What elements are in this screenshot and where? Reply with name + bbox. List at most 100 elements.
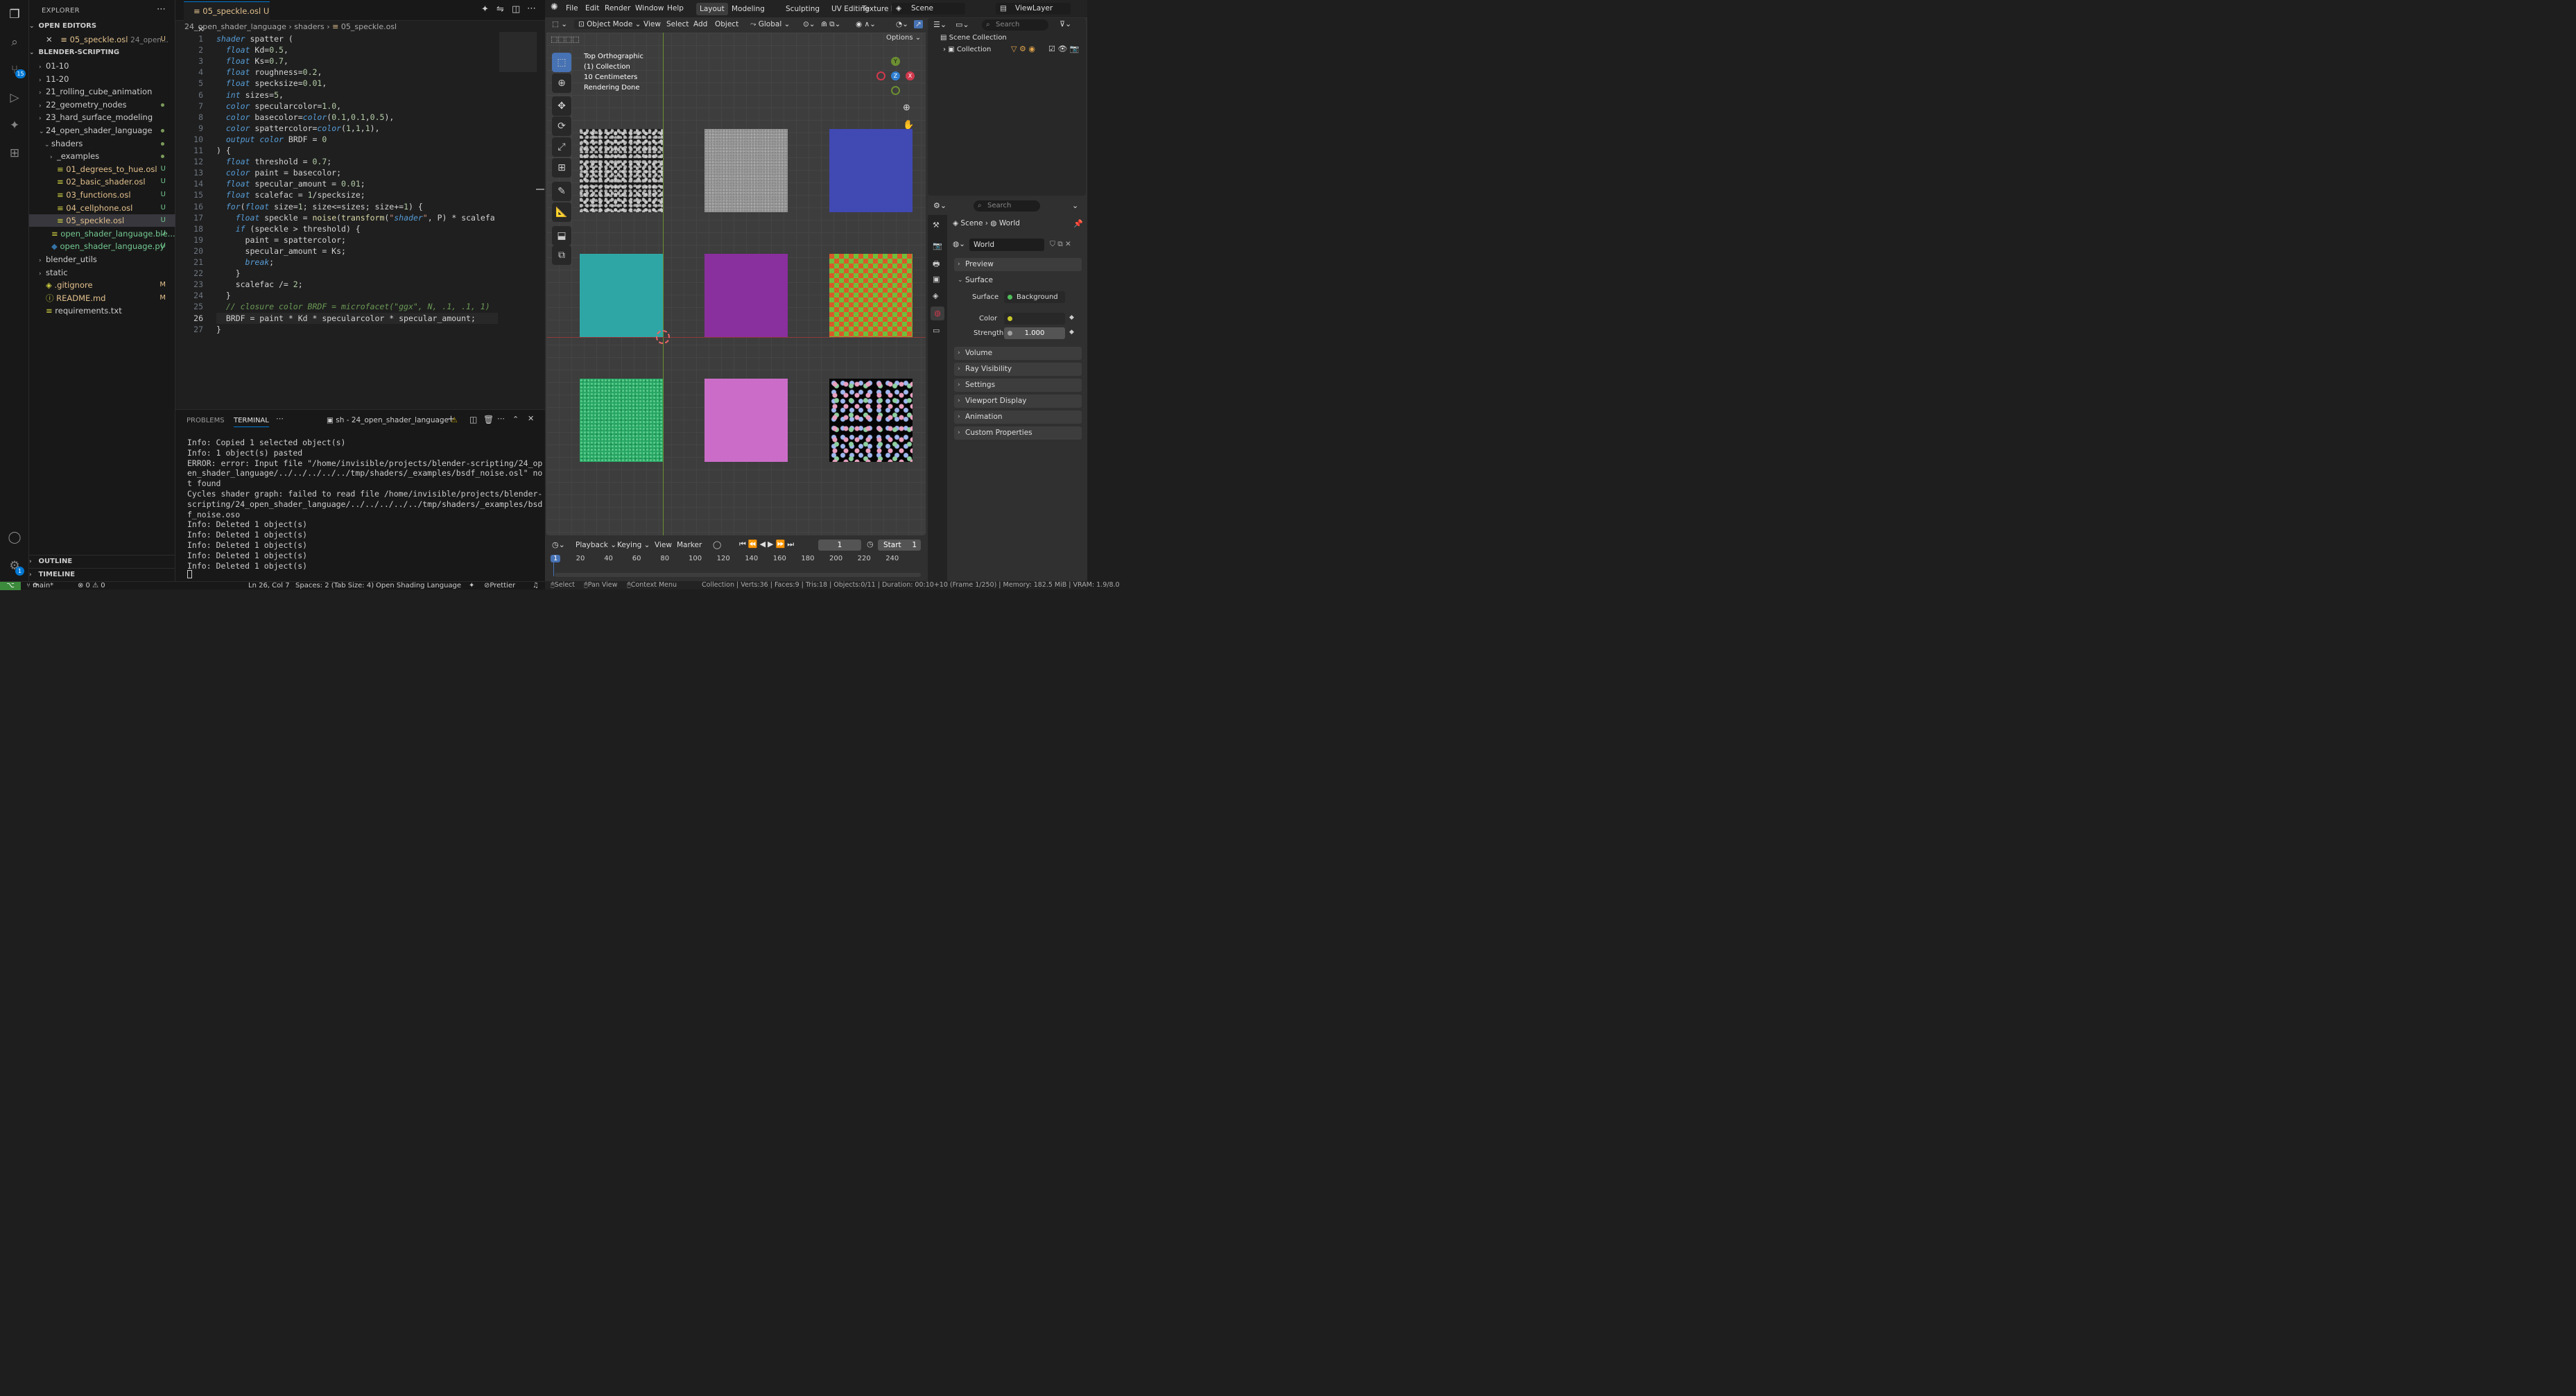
world-tab-icon[interactable]: ◍ bbox=[931, 307, 944, 320]
code-line[interactable]: float specular_amount = 0.01; bbox=[216, 178, 498, 189]
tree-item[interactable]: ≡ 01_degrees_to_hue.osl U bbox=[29, 163, 175, 175]
timeline-editor[interactable]: ◷⌄ Playback ⌄ Keying ⌄ View Marker ◯ ⏮⏪◀… bbox=[546, 537, 926, 581]
tab-05-speckle[interactable]: ≡ 05_speckle.osl U ✕ bbox=[184, 1, 270, 34]
vp-menu-select[interactable]: Select bbox=[666, 20, 689, 28]
tile-spatter[interactable] bbox=[580, 129, 663, 212]
copilot-icon[interactable]: ✦ bbox=[6, 117, 24, 135]
panel-volume[interactable]: › Volume bbox=[954, 347, 1082, 360]
blender-logo-icon[interactable]: ✺ bbox=[551, 2, 558, 12]
remote-indicator[interactable]: ⌥ bbox=[0, 582, 21, 590]
tile-green-speckle[interactable] bbox=[580, 379, 663, 462]
menu-help[interactable]: Help bbox=[667, 4, 684, 12]
properties-search[interactable]: ⌕ Search bbox=[974, 200, 1040, 212]
workspace-tab[interactable]: Sculpting bbox=[782, 3, 823, 15]
code-line[interactable]: float Kd=0.5, bbox=[216, 44, 498, 55]
outliner[interactable]: ☰⌄ ▭⌄ ⌕ Search ⊽⌄ ▤ Scene Collection › ▣… bbox=[928, 18, 1086, 196]
workspace-tab[interactable]: Layout bbox=[696, 3, 728, 15]
tile-purple[interactable] bbox=[704, 254, 788, 337]
terminal-more-icon[interactable]: ⋯ bbox=[497, 414, 505, 423]
code-line[interactable]: } bbox=[216, 268, 498, 279]
tree-item[interactable]: › _examples bbox=[29, 150, 175, 162]
view-layer-tab-icon[interactable]: ▣ bbox=[933, 275, 940, 284]
timeline-header[interactable]: › TIMELINE bbox=[29, 568, 175, 580]
maximize-panel-icon[interactable]: ⌃ bbox=[512, 415, 519, 424]
menu-render[interactable]: Render bbox=[605, 4, 630, 12]
editor-type-icon[interactable]: ⬚ ⌄ bbox=[552, 20, 567, 28]
orientation-selector[interactable]: ⤳ Global ⌄ bbox=[750, 20, 790, 29]
gizmo-neg-x[interactable] bbox=[876, 71, 885, 80]
account-icon[interactable]: ◯ bbox=[6, 528, 24, 546]
tree-item[interactable]: › 21_rolling_cube_animation bbox=[29, 85, 175, 98]
branch-status[interactable]: ⑂ main* ⟳ bbox=[26, 582, 53, 590]
workspace-tab[interactable]: Modeling bbox=[728, 3, 768, 15]
transform-tool-icon[interactable]: ⊞ bbox=[552, 158, 571, 178]
panel-custom-properties[interactable]: › Custom Properties bbox=[954, 426, 1082, 440]
panel-viewport-display[interactable]: › Viewport Display bbox=[954, 395, 1082, 408]
tile-pink[interactable] bbox=[704, 379, 788, 462]
tree-item[interactable]: ≡ requirements.txt bbox=[29, 304, 175, 317]
code-line[interactable]: specular_amount = Ks; bbox=[216, 245, 498, 257]
tl-menu-playback[interactable]: Playback ⌄ bbox=[576, 541, 616, 549]
code-line[interactable]: // closure color BRDF = microfacet("ggx"… bbox=[216, 301, 498, 312]
close-icon[interactable]: ✕ bbox=[46, 35, 53, 44]
tile-blue[interactable] bbox=[829, 129, 913, 212]
properties-editor[interactable]: ⚙⌄ ⌕ Search ⌄ ⚒ 📷 🖶 ▣ ◈ ◍ ▭ ◈ Scene › ◍ … bbox=[928, 198, 1086, 581]
code-line[interactable]: shader spatter ( bbox=[216, 33, 498, 44]
strength-field[interactable]: 1.000 bbox=[1004, 327, 1065, 339]
code-line[interactable]: if (speckle > threshold) { bbox=[216, 223, 498, 234]
prettier-status[interactable]: ⊘ Prettier bbox=[484, 582, 515, 590]
tree-item[interactable]: ≡ 03_functions.osl U bbox=[29, 189, 175, 201]
pivot-icon[interactable]: ⊙⌄ bbox=[803, 20, 815, 28]
rotate-tool-icon[interactable]: ⟳ bbox=[552, 117, 571, 136]
proportional-icon[interactable]: ◉ ∧⌄ bbox=[856, 20, 876, 28]
autokey-icon[interactable]: ◯ bbox=[713, 540, 721, 549]
panel-surface[interactable]: ⌄ Surface bbox=[954, 274, 1082, 287]
pin-icon[interactable]: 📌 bbox=[1073, 219, 1083, 228]
run-debug-icon[interactable]: ▷ bbox=[6, 89, 24, 107]
tl-menu-keying[interactable]: Keying ⌄ bbox=[617, 541, 650, 549]
measure-tool-icon[interactable]: 📐 bbox=[552, 202, 571, 222]
tile-noise[interactable] bbox=[704, 129, 788, 212]
outliner-editor-icon[interactable]: ☰⌄ bbox=[933, 20, 946, 29]
code-line[interactable]: BRDF = paint * Kd * specularcolor * spec… bbox=[216, 312, 498, 324]
surface-shader-field[interactable]: Background bbox=[1004, 291, 1065, 303]
outliner-search[interactable]: ⌕ Search bbox=[982, 19, 1048, 31]
panel-settings[interactable]: › Settings bbox=[954, 379, 1082, 392]
menu-window[interactable]: Window bbox=[635, 4, 664, 12]
annotate-tool-icon[interactable]: ✎ bbox=[552, 182, 571, 201]
search-icon[interactable]: ⌕ bbox=[6, 33, 24, 51]
start-frame-field[interactable]: Start 1 bbox=[878, 540, 921, 551]
collection-tab-icon[interactable]: ▭ bbox=[933, 326, 940, 335]
tree-item[interactable]: › 01-10 bbox=[29, 60, 175, 72]
viewlayer-selector[interactable]: ▤ ViewLayer bbox=[996, 3, 1071, 15]
scene-selector[interactable]: ◈ Scene bbox=[892, 3, 965, 15]
breadcrumb-subfolder[interactable]: shaders bbox=[294, 22, 324, 31]
language-mode[interactable]: Open Shading Language bbox=[376, 582, 461, 590]
render-tab-icon[interactable]: 📷 bbox=[933, 241, 942, 250]
workspace-root-header[interactable]: ⌄ BLENDER-SCRIPTING bbox=[29, 46, 175, 59]
collection-row[interactable]: › ▣ Collection bbox=[943, 46, 991, 53]
tile-checker[interactable] bbox=[829, 254, 913, 337]
keyframe-dot-icon[interactable]: ◆ bbox=[1069, 329, 1074, 336]
tree-item[interactable]: › 23_hard_surface_modeling bbox=[29, 111, 175, 123]
terminal-selector[interactable]: ▣ sh - 24_open_shader_language ⚠ bbox=[327, 416, 458, 424]
vp-menu-view[interactable]: View bbox=[643, 20, 661, 28]
vp-menu-add[interactable]: Add bbox=[693, 20, 707, 28]
new-terminal-icon[interactable]: + bbox=[447, 414, 455, 424]
tree-item[interactable]: ◆ open_shader_language.py U bbox=[29, 240, 175, 252]
scene-tab-icon[interactable]: ◈ bbox=[933, 291, 938, 300]
world-name-field[interactable]: World bbox=[969, 239, 1044, 251]
extensions-icon[interactable]: ⊞ bbox=[6, 144, 24, 162]
color-swatch[interactable] bbox=[1004, 313, 1065, 325]
tree-item[interactable]: › 11-20 bbox=[29, 73, 175, 85]
open-editor-item[interactable]: ✕ ≡ 05_speckle.osl 24_open... U bbox=[29, 33, 175, 46]
tree-item[interactable]: ◈ .gitignore M bbox=[29, 279, 175, 291]
tile-polka-dots[interactable] bbox=[829, 379, 913, 462]
code-line[interactable]: for(float size=1; size<=sizes; size+=1) … bbox=[216, 201, 498, 212]
display-mode-icon[interactable]: ▭⌄ bbox=[956, 20, 969, 29]
filter-icon[interactable]: ⊽⌄ bbox=[1060, 19, 1071, 28]
split-terminal-icon[interactable]: ◫ bbox=[469, 415, 477, 424]
tree-item[interactable]: › blender_utils bbox=[29, 253, 175, 266]
code-line[interactable]: paint = spattercolor; bbox=[216, 234, 498, 245]
menu-file[interactable]: File bbox=[566, 4, 578, 12]
